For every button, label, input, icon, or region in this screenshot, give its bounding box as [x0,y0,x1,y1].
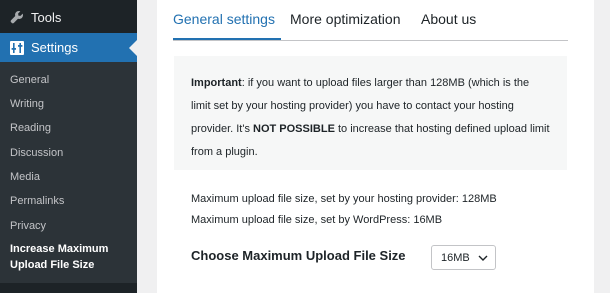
menu-item-tools-label: Tools [31,9,62,25]
settings-submenu: General Writing Reading Discussion Media… [0,62,137,283]
submenu-item-writing[interactable]: Writing [10,97,44,111]
notice-emphasis: NOT POSSIBLE [253,123,335,135]
submenu-item-discussion[interactable]: Discussion [10,146,63,160]
submenu-item-increase-upload-size[interactable]: Increase Maximum Upload File Size [10,241,108,273]
choose-size-label: Choose Maximum Upload File Size [191,248,406,263]
menu-item-settings[interactable]: Settings [0,33,137,62]
submenu-item-media[interactable]: Media [10,170,40,184]
tab-bar: General settings More optimization About… [173,0,568,41]
wordpress-limit-text: Maximum upload file size, set by WordPre… [191,214,443,226]
active-tab-indicator [173,38,281,40]
submenu-item-current-line2: Upload File Size [10,259,95,271]
menu-item-settings-label: Settings [31,40,78,55]
submenu-item-privacy[interactable]: Privacy [10,219,46,233]
submenu-item-current-line1: Increase Maximum [10,243,109,255]
submenu-item-reading[interactable]: Reading [10,121,51,135]
important-notice: Important: if you want to upload files l… [174,56,567,170]
tab-about-us[interactable]: About us [421,11,476,27]
menu-item-tools[interactable]: Tools [0,4,137,30]
tab-more-optimization[interactable]: More optimization [290,11,401,27]
settings-panel: General settings More optimization About… [157,0,594,293]
chevron-down-icon [478,253,488,261]
tab-general-settings[interactable]: General settings [173,11,275,27]
wrench-icon [9,9,25,25]
admin-sidebar: Tools Settings General Writing Reading D… [0,0,137,293]
upload-size-select[interactable]: 16MB [431,245,496,270]
submenu-item-permalinks[interactable]: Permalinks [10,194,64,208]
notice-important-label: Important [191,77,242,89]
submenu-item-general[interactable]: General [10,73,49,87]
upload-size-selected-value: 16MB [441,251,470,264]
settings-sliders-icon [9,40,25,56]
hosting-limit-text: Maximum upload file size, set by your ho… [191,193,497,205]
